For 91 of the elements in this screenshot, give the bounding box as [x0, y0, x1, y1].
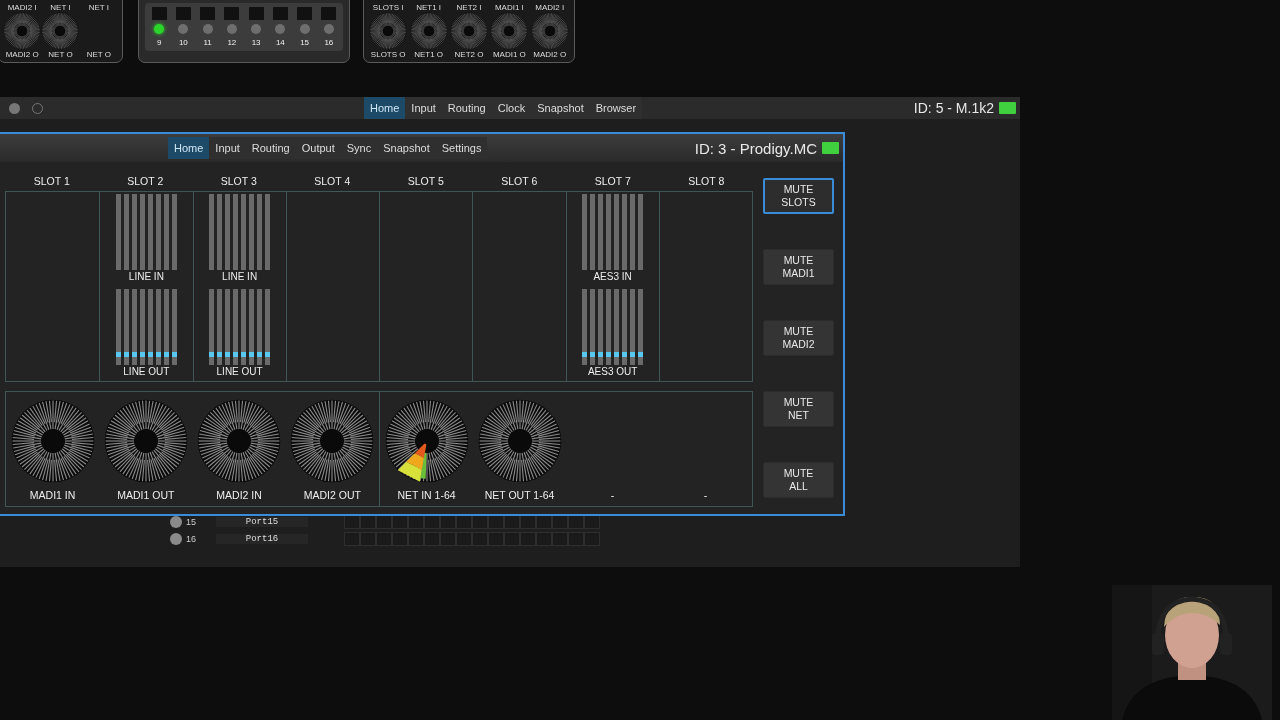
mute-button[interactable]: MUTE ALL [763, 462, 834, 498]
meter-label: NET OUT 1-64 [484, 489, 555, 501]
knob-label: MADI2 I [535, 3, 565, 12]
tab[interactable]: Clock [491, 97, 532, 119]
knob [449, 12, 488, 50]
channel-number: 15 [300, 38, 310, 47]
meter-label: - [610, 489, 615, 501]
slot-header: SLOT 6 [500, 174, 539, 187]
network-icon [822, 142, 839, 154]
knob-label: MADI2 O [533, 50, 567, 59]
slot-header: SLOT 3 [219, 174, 258, 187]
knob-label: NET O [48, 50, 73, 59]
channel-number: 14 [275, 38, 285, 47]
slot-header: SLOT 7 [593, 174, 632, 187]
port-led [170, 533, 182, 545]
meter-label: LINE IN [222, 271, 258, 282]
port-name: Port15 [216, 517, 308, 527]
meter-label: LINE OUT [123, 366, 170, 377]
mute-button[interactable]: MUTE NET [763, 391, 834, 427]
slot-header: SLOT 4 [313, 174, 352, 187]
channel-number: 9 [156, 38, 162, 47]
port-number: 16 [186, 534, 197, 544]
tab[interactable]: Input [209, 137, 246, 159]
tab[interactable]: Output [295, 137, 341, 159]
knob [490, 12, 529, 50]
device-id: ID: 3 - Prodigy.MC [694, 139, 817, 157]
meter-label: LINE OUT [216, 366, 263, 377]
knob [41, 12, 80, 50]
close-icon[interactable] [9, 102, 20, 114]
device-id: ID: 5 - M.1k2 [913, 100, 994, 116]
pad-button[interactable] [297, 7, 313, 21]
meter-label: MADI2 IN [216, 489, 262, 501]
channel-number: 13 [251, 38, 261, 47]
channel-number: 12 [227, 38, 237, 47]
slot-header: SLOT 8 [687, 174, 726, 187]
port-number: 15 [186, 517, 197, 527]
channel-number: 16 [324, 38, 334, 47]
knob-label: NET O [86, 50, 111, 59]
slot-header: SLOT 2 [126, 174, 165, 187]
knob-label: SLOTS I [372, 3, 404, 12]
knob-label: NET1 O [414, 50, 444, 59]
tab[interactable]: Settings [435, 137, 488, 159]
meter-label: - [703, 489, 708, 501]
pad-button[interactable] [151, 7, 167, 21]
meter-label: MADI1 IN [29, 489, 76, 501]
pad-button[interactable] [248, 7, 264, 21]
slot-header: SLOT 5 [406, 174, 445, 187]
pad-button[interactable] [224, 7, 240, 21]
channel-number: 11 [203, 38, 212, 47]
pad-button[interactable] [175, 7, 191, 21]
knob [409, 12, 448, 50]
knob [369, 12, 408, 50]
mute-button[interactable]: MUTE SLOTS [763, 178, 834, 214]
meter-label: MADI2 OUT [303, 489, 361, 501]
pad-button[interactable] [272, 7, 288, 21]
network-icon [999, 102, 1016, 114]
tab[interactable]: Home [364, 97, 406, 119]
pad-button[interactable] [200, 7, 216, 21]
knob-label: NET2 O [454, 50, 484, 59]
port-name: Port16 [216, 534, 308, 544]
knob-label: NET I [50, 3, 71, 12]
meter-label: AES3 IN [593, 271, 632, 282]
knob-label: MADI1 I [494, 3, 524, 12]
knob-label: NET I [88, 3, 109, 12]
routing-grid[interactable] [344, 515, 600, 529]
tab[interactable]: Routing [441, 97, 492, 119]
port-led [170, 516, 182, 528]
slot-header: SLOT 1 [32, 174, 71, 187]
meter-label: MADI1 OUT [117, 489, 175, 501]
meter-label: LINE IN [128, 271, 164, 282]
tab[interactable]: Home [168, 137, 210, 159]
tab[interactable]: Sync [340, 137, 378, 159]
tab[interactable]: Snapshot [531, 97, 590, 119]
knob-label: MADI2 O [5, 50, 39, 59]
pad-button[interactable] [321, 7, 337, 21]
knob-label: NET2 I [456, 3, 482, 12]
tab[interactable]: Browser [589, 97, 643, 119]
tab[interactable]: Snapshot [377, 137, 436, 159]
knob-label: NET1 I [416, 3, 442, 12]
meter-label: AES3 OUT [587, 366, 638, 377]
knob-label: SLOTS O [370, 50, 406, 59]
knob [530, 12, 569, 50]
mute-button[interactable]: MUTE MADI1 [763, 249, 834, 285]
meter-label: NET IN 1-64 [397, 489, 456, 501]
knob [3, 12, 42, 50]
knob-label: MADI2 I [7, 3, 37, 12]
knob-label: MADI1 O [492, 50, 526, 59]
tab[interactable]: Routing [245, 137, 296, 159]
mute-button[interactable]: MUTE MADI2 [763, 320, 834, 356]
tab[interactable]: Input [405, 97, 442, 119]
channel-number: 10 [178, 38, 188, 47]
